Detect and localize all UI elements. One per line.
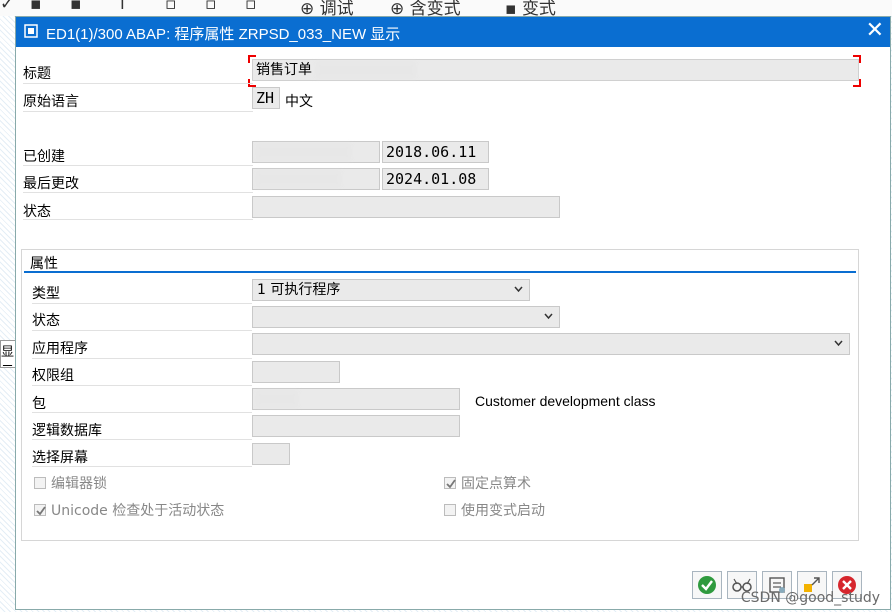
dialog-title-bar: ED1(1)/300 ABAP: 程序属性 ZRPSD_033_NEW 显示 ✕ [16,17,890,47]
group-underline [24,271,856,273]
toolbar-icon: ▫ [205,0,217,14]
auth-group-label: 权限组 [32,368,74,384]
redacted-text [256,171,341,187]
package-label: 包 [32,396,46,412]
checkmark-icon [446,479,456,489]
redacted-text [256,144,351,160]
application-select[interactable] [252,333,850,355]
status-field[interactable] [252,196,560,218]
title-label: 标题 [23,66,51,82]
focus-corner [248,55,256,63]
delete-icon: ▫ [165,0,177,14]
fixed-point-label: 固定点算术 [461,476,531,492]
application-label: 应用程序 [32,341,88,357]
row-divider [32,330,252,331]
background-toolbar: ✓ ▪ ▪ i ▫ ▫ ▫ ⊕ 调试 ⊕ 含变式 ▪ 变式 [0,0,892,16]
language-label: 原始语言 [23,94,79,110]
logical-db-label: 逻辑数据库 [32,423,102,439]
row-divider [32,358,252,359]
start-with-variant-label: 使用变式启动 [461,503,545,519]
debug-button[interactable]: ⊕ 调试 [300,0,354,16]
status-label: 状态 [23,204,51,220]
row-divider [32,412,252,413]
row-divider [32,385,252,386]
language-code-field[interactable]: ZH [252,87,280,109]
package-description: Customer development class [475,393,656,409]
attr-status-label: 状态 [32,313,60,329]
auth-group-field[interactable] [252,361,340,383]
fixed-point-checkbox[interactable] [444,477,456,489]
variant-button[interactable]: ▪ 变式 [505,0,556,16]
unicode-check-checkbox[interactable] [34,504,46,516]
unicode-check-label: Unicode 检查处于活动状态 [51,503,225,519]
row-divider [32,439,252,440]
attributes-group-title: 属性 [30,256,58,272]
close-icon[interactable]: ✕ [866,19,884,43]
focus-corner [853,55,861,63]
row-divider [32,466,252,467]
redacted-text [256,391,298,407]
display-icon [24,24,38,38]
info-icon: i [120,0,125,14]
redacted-text [316,62,416,78]
changed-label: 最后更改 [23,176,79,192]
logical-db-field[interactable] [252,415,460,437]
start-with-variant-checkbox[interactable] [444,504,456,516]
row-divider [32,303,252,304]
focus-corner [853,79,861,87]
selection-screen-field[interactable] [252,443,290,465]
confirm-icon [698,576,716,594]
toolbar-icon: ▪ [70,0,82,14]
editor-lock-checkbox[interactable] [34,477,46,489]
type-label: 类型 [32,286,60,302]
checkmark-icon [36,506,46,516]
dialog-title: ED1(1)/300 ABAP: 程序属性 ZRPSD_033_NEW 显示 [46,26,401,43]
program-attributes-dialog: ED1(1)/300 ABAP: 程序属性 ZRPSD_033_NEW 显示 ✕… [15,16,891,610]
chevron-down-icon [514,286,523,293]
with-variant-button[interactable]: ⊕ 含变式 [390,0,461,16]
type-select[interactable]: 1 可执行程序 [252,279,530,301]
toolbar-icon: ▫ [245,0,257,14]
row-divider [23,83,253,84]
language-name: 中文 [285,94,313,110]
row-divider [23,219,253,220]
watermark: CSDN @good_study [740,590,880,606]
confirm-button[interactable] [692,571,722,599]
row-divider [23,111,253,112]
selection-screen-label: 选择屏幕 [32,450,88,466]
created-date-field[interactable]: 2018.06.11 [382,141,489,163]
changed-date-field[interactable]: 2024.01.08 [382,168,489,190]
created-label: 已创建 [23,149,65,165]
chevron-down-icon [834,340,843,347]
editor-lock-label: 编辑器锁 [51,476,107,492]
row-divider [23,192,253,193]
toolbar-icon: ▪ [30,0,42,14]
chevron-down-icon [544,313,553,320]
attr-status-select[interactable] [252,306,560,328]
row-divider [23,165,253,166]
check-icon: ✓ [0,0,15,14]
